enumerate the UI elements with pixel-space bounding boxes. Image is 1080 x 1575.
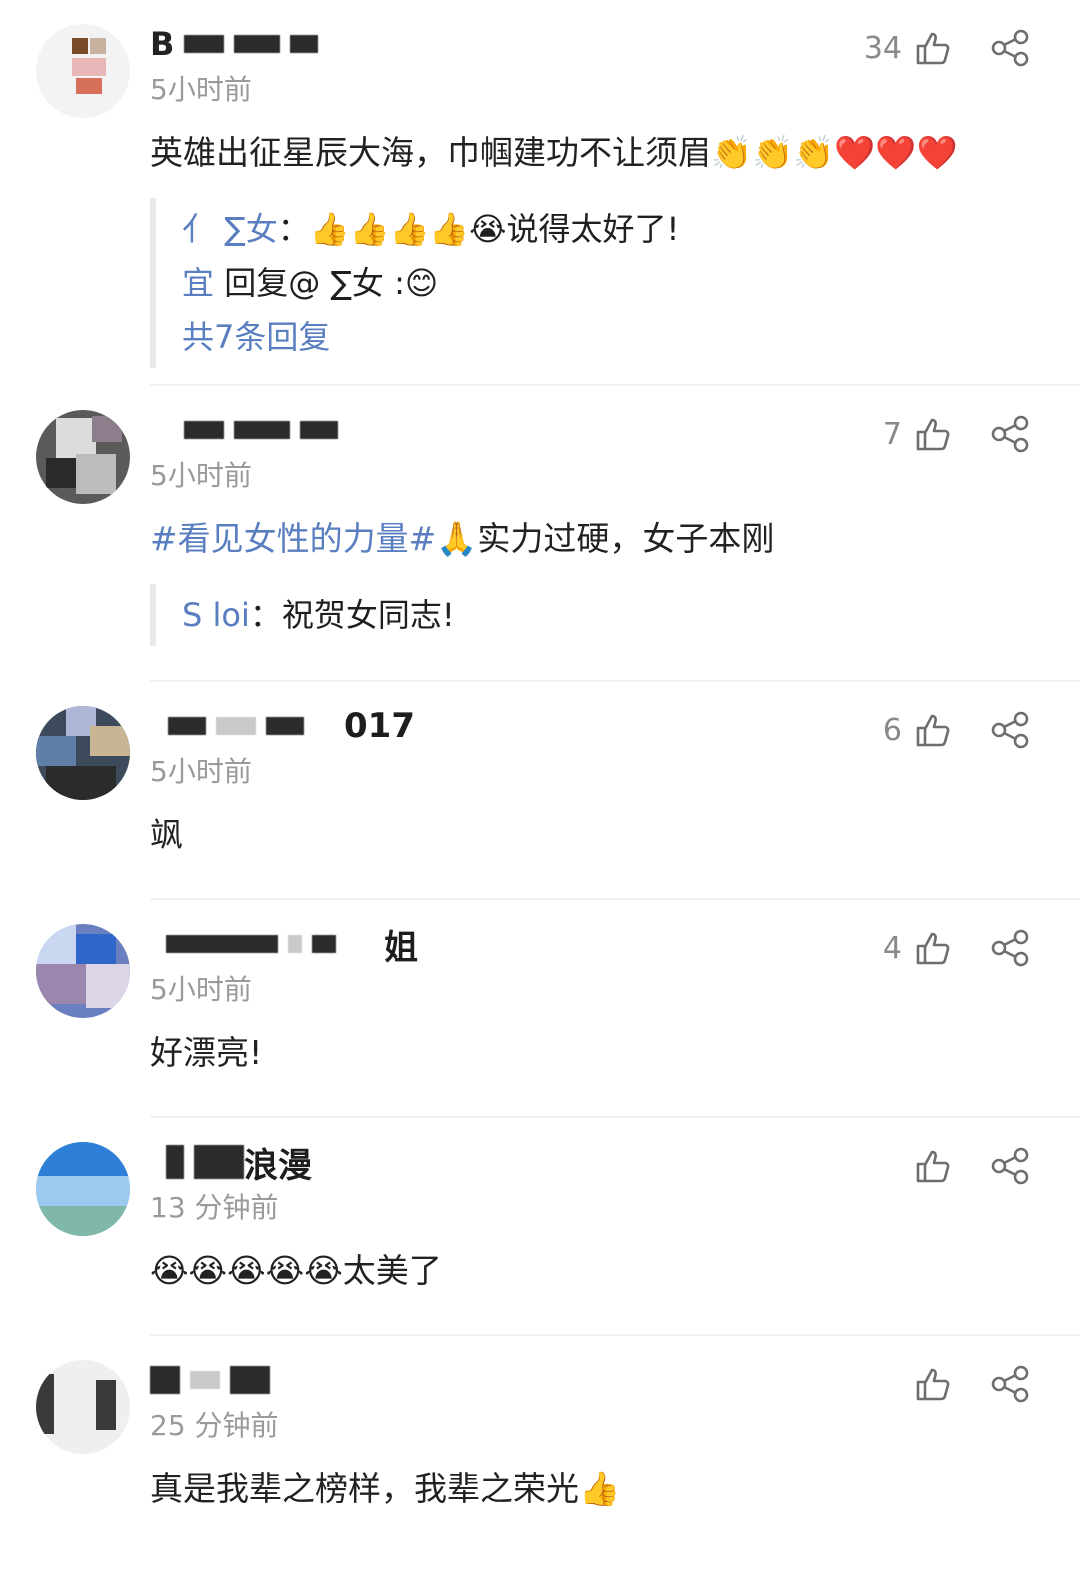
- reply-text: 回复@ ∑女 :😊: [224, 264, 439, 302]
- comment-item: 姐 5小时前 好漂亮! 4: [0, 900, 1080, 1118]
- avatar[interactable]: [36, 24, 130, 118]
- comment-actions: 6: [883, 710, 1030, 750]
- reply-username[interactable]: 亻 ∑女: [182, 210, 278, 248]
- comment-time: 25 分钟前: [150, 1409, 279, 1442]
- thumbs-up-icon[interactable]: [912, 710, 952, 750]
- avatar[interactable]: [36, 410, 130, 504]
- reply-thread: 亻 ∑女：👍👍👍👍😭说得太好了! 宜 回复@ ∑女 :😊 共7条回复: [150, 198, 1080, 368]
- reply-username[interactable]: 宜: [182, 264, 214, 302]
- reply-text: 祝贺女同志!: [281, 596, 455, 634]
- comment-item: 浪漫 13 分钟前 😭😭😭😭😭太美了: [0, 1118, 1080, 1336]
- comment-actions: [912, 1146, 1030, 1186]
- reply-item: 亻 ∑女：👍👍👍👍😭说得太好了!: [182, 202, 1080, 256]
- share-icon[interactable]: [990, 414, 1030, 454]
- reply-text: 👍👍👍👍😭说得太好了!: [309, 210, 680, 248]
- reply-item: 宜 回复@ ∑女 :😊: [182, 256, 1080, 310]
- hashtag-link[interactable]: #看见女性的力量#: [150, 519, 436, 558]
- thumbs-up-icon[interactable]: [912, 28, 952, 68]
- comment-text: 真是我辈之榜样，我辈之荣光👍: [150, 1469, 621, 1508]
- comment-text: 英雄出征星辰大海，巾帼建功不让须眉👏👏👏❤️❤️❤️: [150, 133, 958, 172]
- avatar[interactable]: [36, 1142, 130, 1236]
- thumbs-up-icon[interactable]: [912, 1146, 952, 1186]
- username-suffix: 浪漫: [244, 1145, 312, 1186]
- like-count: 6: [882, 712, 902, 748]
- comment-item: 017 5小时前 飒 6: [0, 682, 1080, 900]
- reply-separator: ：: [277, 210, 310, 248]
- share-icon[interactable]: [990, 928, 1030, 968]
- like-count: 34: [863, 30, 902, 66]
- comment-list: B 5小时前 英雄出征星辰大海，巾帼建功不让须眉👏👏👏❤️❤️❤️ 亻 ∑女：👍…: [0, 0, 1080, 1552]
- comment-time: 5小时前: [150, 755, 252, 788]
- avatar[interactable]: [36, 924, 130, 1018]
- reply-username[interactable]: S loi: [182, 596, 250, 634]
- comment-item: 5小时前 #看见女性的力量#🙏实力过硬，女子本刚 S loi：祝贺女同志! 7: [0, 386, 1080, 682]
- comment-actions: 4: [883, 928, 1030, 968]
- username-suffix: 017: [344, 706, 415, 746]
- comment-time: 5小时前: [150, 73, 252, 106]
- thumbs-up-icon[interactable]: [912, 1364, 952, 1404]
- comment-item: B 5小时前 英雄出征星辰大海，巾帼建功不让须眉👏👏👏❤️❤️❤️ 亻 ∑女：👍…: [0, 0, 1080, 386]
- share-icon[interactable]: [990, 28, 1030, 68]
- comment-actions: [912, 1364, 1030, 1404]
- comment-text: 好漂亮!: [150, 1033, 263, 1072]
- username-mask: [150, 421, 338, 439]
- comment-time: 5小时前: [150, 459, 252, 492]
- comment-time: 5小时前: [150, 973, 252, 1006]
- share-icon[interactable]: [990, 1146, 1030, 1186]
- share-icon[interactable]: [990, 1364, 1030, 1404]
- avatar[interactable]: [36, 706, 130, 800]
- avatar[interactable]: [36, 1360, 130, 1454]
- username-mask: [150, 717, 304, 735]
- username-mask: [150, 1366, 270, 1394]
- comment-text: #看见女性的力量#🙏实力过硬，女子本刚: [150, 516, 1080, 562]
- comment-actions: 7: [883, 414, 1030, 454]
- thumbs-up-icon[interactable]: [912, 928, 952, 968]
- comment-actions: 34: [864, 28, 1030, 68]
- comment-body: 🙏实力过硬，女子本刚: [436, 519, 775, 558]
- like-count: 7: [882, 416, 902, 452]
- username-mask: [150, 935, 336, 953]
- reply-item: S loi：祝贺女同志!: [182, 588, 1080, 642]
- view-all-replies-link[interactable]: 共7条回复: [182, 310, 1080, 364]
- thumbs-up-icon[interactable]: [912, 414, 952, 454]
- share-icon[interactable]: [990, 710, 1030, 750]
- comment-item: 25 分钟前 真是我辈之榜样，我辈之荣光👍: [0, 1336, 1080, 1552]
- username-suffix: 姐: [384, 927, 418, 968]
- comment-text: 😭😭😭😭😭太美了: [150, 1251, 442, 1290]
- reply-thread: S loi：祝贺女同志!: [150, 584, 1080, 646]
- reply-separator: ：: [249, 596, 282, 634]
- comment-time: 13 分钟前: [150, 1191, 279, 1224]
- like-count: 4: [882, 930, 902, 966]
- username-mask: B: [150, 25, 319, 63]
- comment-text: 飒: [150, 815, 183, 854]
- username-mask: [150, 1145, 244, 1179]
